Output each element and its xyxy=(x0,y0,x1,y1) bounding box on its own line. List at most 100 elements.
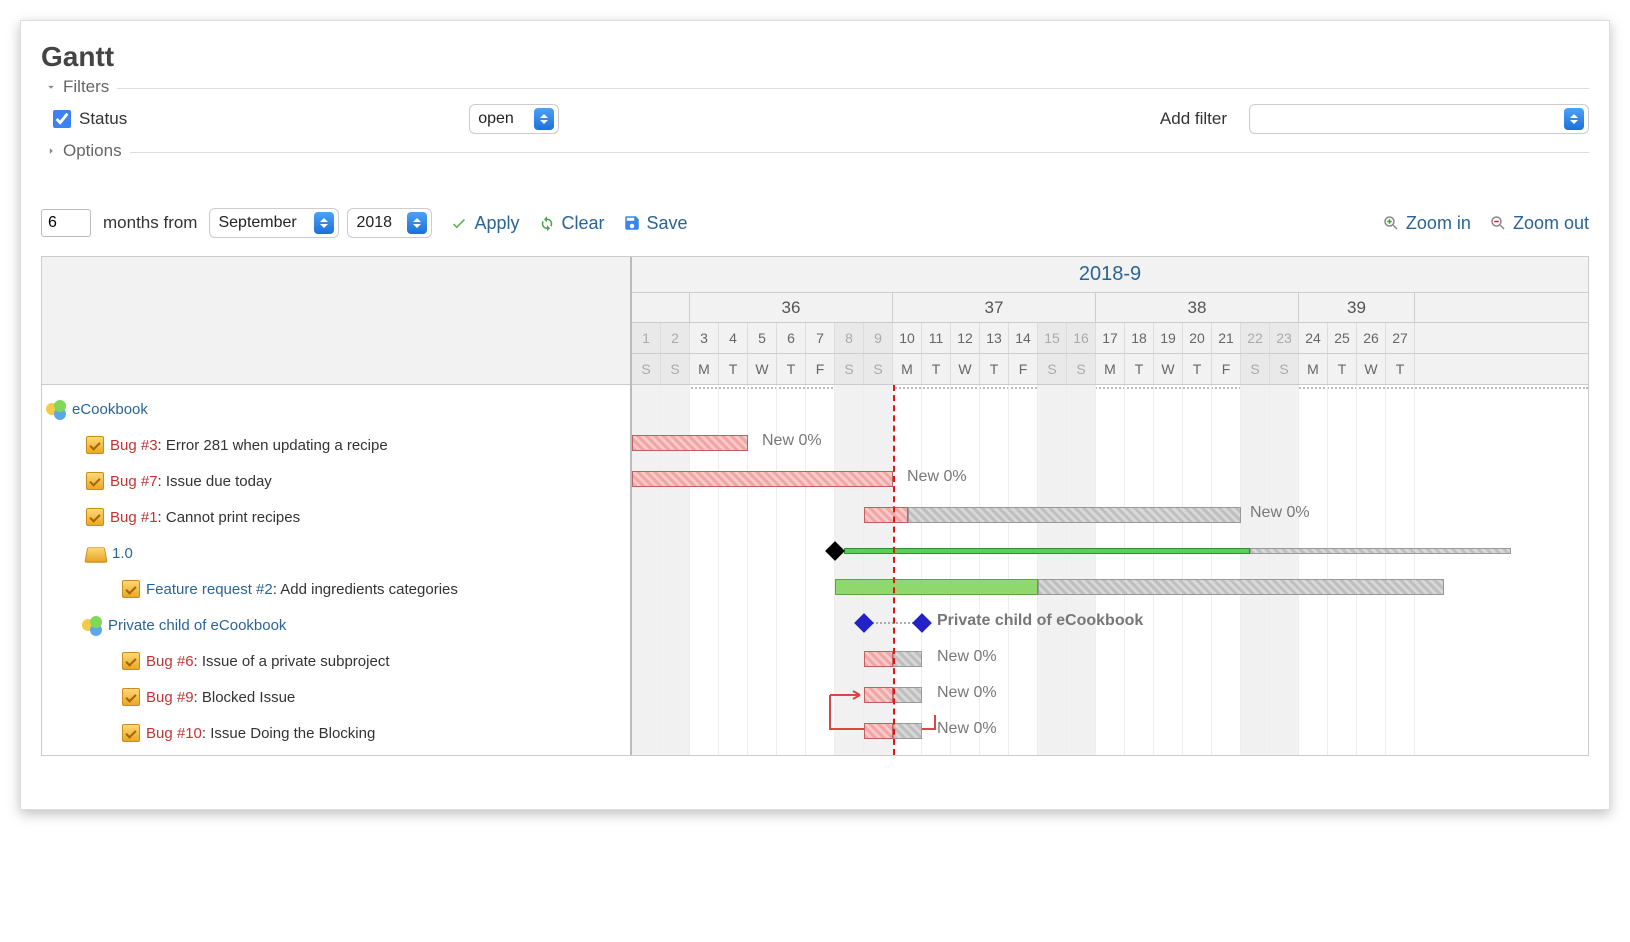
day-letter-cell: M xyxy=(1299,354,1328,384)
issue-subject: : Cannot print recipes xyxy=(158,509,301,526)
issue-icon xyxy=(86,436,104,454)
link-text: Save xyxy=(647,213,688,234)
issue-icon xyxy=(122,688,140,706)
gantt-bar[interactable] xyxy=(864,507,908,523)
day-number-cell: 12 xyxy=(951,323,980,353)
header-month[interactable]: 2018-9 xyxy=(632,257,1588,293)
status-checkbox[interactable] xyxy=(53,110,71,128)
tree-row: Bug #1: Cannot print recipes xyxy=(42,499,630,535)
issue-subject: : Issue Doing the Blocking xyxy=(202,725,375,742)
gantt-bar[interactable] xyxy=(835,579,1038,595)
options-legend[interactable]: Options xyxy=(41,141,130,161)
day-number-cell: 22 xyxy=(1241,323,1270,353)
proj-icon xyxy=(46,400,66,418)
gantt-bar[interactable] xyxy=(632,435,748,451)
status-operator-select[interactable]: open xyxy=(469,104,559,134)
header-weeks: 36373839 xyxy=(632,293,1588,323)
tree-row: Private child of eCookbook xyxy=(42,607,630,643)
issue-ref-link[interactable]: Bug #6 xyxy=(146,653,194,670)
addfilter-label: Add filter xyxy=(1160,109,1227,129)
chevron-right-icon xyxy=(43,143,59,159)
proj-icon xyxy=(82,616,102,634)
apply-link[interactable]: Apply xyxy=(450,213,519,234)
gantt-bar[interactable] xyxy=(1250,548,1511,554)
gantt-bar[interactable] xyxy=(632,471,893,487)
bar-label: New 0% xyxy=(1250,504,1310,522)
filters-legend[interactable]: Filters xyxy=(41,77,117,97)
link-text: Zoom in xyxy=(1406,213,1471,234)
project-link[interactable]: Private child of eCookbook xyxy=(108,617,286,634)
diamond-icon xyxy=(912,613,932,633)
diamond-icon xyxy=(825,541,845,561)
week-cell: 36 xyxy=(690,293,893,323)
bar-label: New 0% xyxy=(762,432,822,450)
filters-fieldset: Filters Status open Add filter xyxy=(41,88,1589,148)
tree-row: Bug #10: Issue Doing the Blocking xyxy=(42,715,630,751)
status-filter-checkbox-wrap: Status xyxy=(53,109,127,129)
week-cell: 39 xyxy=(1299,293,1415,323)
issue-ref-link[interactable]: Bug #10 xyxy=(146,725,202,742)
day-number-cell: 14 xyxy=(1009,323,1038,353)
week-cell: 38 xyxy=(1096,293,1299,323)
gantt-bar[interactable] xyxy=(844,548,1250,554)
bar-label: Private child of eCookbook xyxy=(937,612,1143,630)
day-letter-cell: F xyxy=(1212,354,1241,384)
gantt-bar[interactable] xyxy=(893,723,922,739)
gantt-bar[interactable] xyxy=(1038,579,1444,595)
day-number-cell: 7 xyxy=(806,323,835,353)
version-link[interactable]: 1.0 xyxy=(112,545,133,562)
select-arrows-icon xyxy=(407,212,427,234)
header-day-numbers: 1234567891011121314151617181920212223242… xyxy=(632,323,1588,354)
bar-label: New 0% xyxy=(937,720,997,738)
day-letter-cell: T xyxy=(1183,354,1212,384)
day-letter-cell: W xyxy=(951,354,980,384)
bar-row: New 0% xyxy=(632,463,1588,499)
clear-link[interactable]: Clear xyxy=(538,213,605,234)
day-number-cell: 18 xyxy=(1125,323,1154,353)
save-link[interactable]: Save xyxy=(623,213,688,234)
zoom-in-icon xyxy=(1382,214,1400,232)
issue-ref-link[interactable]: Bug #1 xyxy=(110,509,158,526)
day-number-cell: 17 xyxy=(1096,323,1125,353)
bar-row: Private child of eCookbook xyxy=(632,607,1588,643)
today-marker xyxy=(893,385,895,755)
issue-ref-link[interactable]: Feature request #2 xyxy=(146,581,273,598)
filters-legend-text: Filters xyxy=(63,77,109,97)
gantt-bar[interactable] xyxy=(908,507,1242,523)
page-title: Gantt xyxy=(41,41,1589,73)
month-select[interactable]: September xyxy=(209,208,339,238)
addfilter-select[interactable] xyxy=(1249,104,1589,134)
issue-ref-link[interactable]: Bug #7 xyxy=(110,473,158,490)
zoom-in-link[interactable]: Zoom in xyxy=(1382,213,1471,234)
issue-ref-link[interactable]: Bug #3 xyxy=(110,437,158,454)
week-cell: 37 xyxy=(893,293,1096,323)
day-letter-cell: T xyxy=(1328,354,1357,384)
gantt-bar[interactable] xyxy=(864,723,893,739)
day-number-cell: 4 xyxy=(719,323,748,353)
months-input[interactable] xyxy=(41,209,91,237)
zoom-out-link[interactable]: Zoom out xyxy=(1489,213,1589,234)
gantt-tree: eCookbookBug #3: Error 281 when updating… xyxy=(42,385,630,751)
select-value: September xyxy=(214,214,300,232)
project-link[interactable]: eCookbook xyxy=(72,401,148,418)
issue-icon xyxy=(122,580,140,598)
select-arrows-icon xyxy=(1564,108,1584,130)
day-number-cell: 13 xyxy=(980,323,1009,353)
gantt-area: eCookbookBug #3: Error 281 when updating… xyxy=(41,256,1589,756)
day-number-cell: 25 xyxy=(1328,323,1357,353)
gantt-bar[interactable] xyxy=(864,651,893,667)
issue-ref-link[interactable]: Bug #9 xyxy=(146,689,194,706)
zoom-out-icon xyxy=(1489,214,1507,232)
day-number-cell: 6 xyxy=(777,323,806,353)
year-select[interactable]: 2018 xyxy=(347,208,432,238)
gantt-bar[interactable] xyxy=(893,651,922,667)
refresh-icon xyxy=(538,214,556,232)
bar-label: New 0% xyxy=(937,648,997,666)
status-label: Status xyxy=(79,109,127,129)
tree-row: Bug #9: Blocked Issue xyxy=(42,679,630,715)
bar-row xyxy=(632,571,1588,607)
gantt-toolbar: months from September 2018 Apply Clear S… xyxy=(41,208,1589,238)
chevron-down-icon xyxy=(43,79,59,95)
day-number-cell: 1 xyxy=(632,323,661,353)
day-letter-cell: W xyxy=(748,354,777,384)
